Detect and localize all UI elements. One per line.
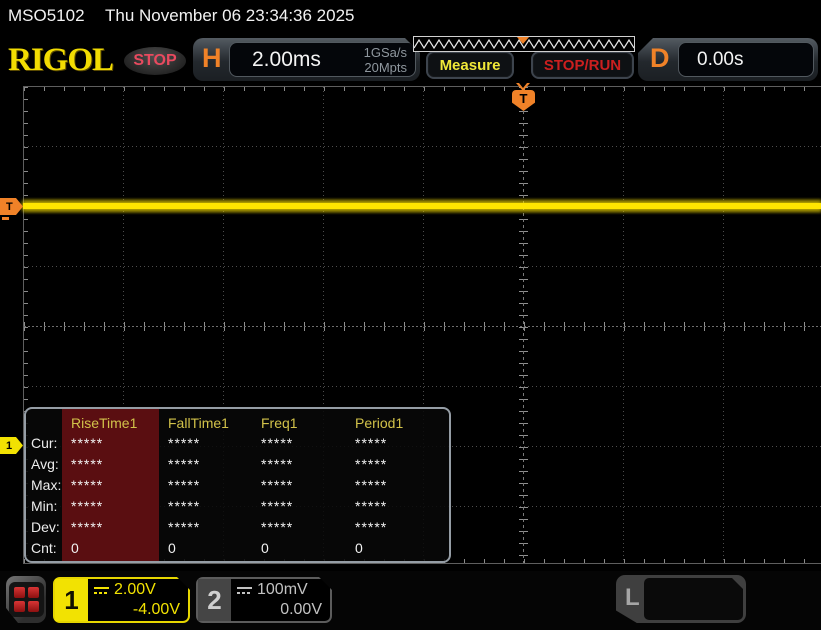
rigol-logo: RIGOL: [8, 42, 114, 78]
measure-value: *****: [168, 435, 201, 451]
measure-row-label: Cnt:: [31, 540, 57, 556]
measure-value: *****: [261, 456, 294, 472]
datetime-text: Thu November 06 23:34:36 2025: [105, 6, 355, 25]
trigger-level-marker-icon[interactable]: T: [0, 198, 23, 215]
gridline-horizontal: [24, 386, 821, 387]
measure-value: *****: [168, 477, 201, 493]
gridline-horizontal: [24, 266, 821, 267]
measure-value: *****: [168, 498, 201, 514]
measure-row-label: Dev:: [31, 519, 60, 535]
channel1-trace: [23, 203, 821, 209]
measure-button[interactable]: Measure: [426, 51, 514, 79]
trigger-position-chevron-inner: [519, 83, 527, 88]
memory-depth: 20Mpts: [364, 60, 407, 75]
measure-row-label: Cur:: [31, 435, 58, 451]
trigger-level-tick-icon: [2, 217, 9, 220]
measure-value: *****: [261, 519, 294, 535]
center-horizontal-axis: [24, 326, 821, 327]
measurement-results-table: RiseTime1 FallTime1 Freq1 Period1 Cur: *…: [24, 407, 451, 563]
sample-rate-info: 1GSa/s 20Mpts: [364, 45, 407, 75]
measure-value: 0: [168, 540, 177, 556]
measure-value: *****: [168, 519, 201, 535]
measure-value: *****: [71, 435, 104, 451]
timebase-inner-panel: 2.00ms 1GSa/s 20Mpts: [229, 42, 416, 77]
center-vertical-axis: [523, 87, 524, 563]
delay-value: 0.00s: [697, 49, 744, 70]
gridline-horizontal: [24, 146, 821, 147]
measure-value: 0: [261, 540, 270, 556]
digital-channels-row1: 0 1 2 3 4 5 6 7: [653, 620, 740, 630]
menu-button[interactable]: [6, 576, 46, 623]
sample-rate: 1GSa/s: [363, 45, 407, 60]
measure-column-header: RiseTime1: [71, 415, 138, 431]
overview-trigger-position-icon[interactable]: [517, 37, 529, 44]
measure-value: 0: [355, 540, 364, 556]
channel1-position-marker-icon[interactable]: 1: [0, 437, 23, 454]
delay-label: D: [650, 43, 670, 73]
measure-value: *****: [261, 435, 294, 451]
measure-row-label: Max:: [31, 477, 62, 493]
trigger-delay-box[interactable]: D 0.00s: [638, 38, 818, 81]
measure-value: *****: [71, 519, 104, 535]
measure-value: *****: [71, 477, 104, 493]
measure-value: *****: [355, 477, 388, 493]
oscilloscope-screen: MSO5102 Thu November 06 23:34:36 2025 RI…: [0, 0, 821, 630]
measure-value: *****: [355, 519, 388, 535]
measure-column-header: Freq1: [261, 415, 298, 431]
measure-column-header: FallTime1: [168, 415, 229, 431]
measure-value: 0: [71, 540, 80, 556]
channel2-scale: 100mV: [257, 581, 308, 598]
model-name: MSO5102: [8, 6, 85, 25]
measure-value: *****: [355, 456, 388, 472]
digital-channels-panel: 0 1 2 3 4 5 6 7 8 9 1011 12131415: [644, 578, 743, 620]
horizontal-timebase-box[interactable]: H 2.00ms 1GSa/s 20Mpts: [193, 38, 420, 81]
channel1-offset: -4.00V: [132, 601, 180, 618]
waveform-overview-strip[interactable]: [413, 36, 635, 52]
measurement-grid: RiseTime1 FallTime1 Freq1 Period1 Cur: *…: [26, 409, 449, 559]
channel2-status-block[interactable]: 2 100mV 0.00V: [196, 577, 332, 623]
measure-value: *****: [168, 456, 201, 472]
channel1-status-block[interactable]: 1 2.00V -4.00V: [53, 577, 190, 623]
stop-run-button[interactable]: STOP/RUN: [531, 51, 634, 79]
measure-column-header: Period1: [355, 415, 404, 431]
top-info-bar: MSO5102 Thu November 06 23:34:36 2025: [0, 0, 821, 32]
dc-coupling-icon: [94, 586, 109, 595]
measure-value: *****: [355, 498, 388, 514]
channel1-values: 2.00V -4.00V: [94, 580, 180, 620]
measure-value: *****: [355, 435, 388, 451]
channel2-values: 100mV 0.00V: [237, 580, 322, 620]
horizontal-label: H: [202, 43, 222, 73]
channel2-number: 2: [198, 579, 231, 621]
measure-value: *****: [261, 498, 294, 514]
channel2-offset: 0.00V: [280, 601, 322, 618]
measure-row-label: Avg:: [31, 456, 59, 472]
measure-value: *****: [71, 498, 104, 514]
acquisition-status-badge: STOP: [124, 47, 186, 75]
channel1-number: 1: [55, 579, 88, 621]
logic-analyzer-label: L: [625, 584, 640, 611]
bottom-status-bar: 1 2.00V -4.00V 2 100mV 0.00V L 0 1 2 3 4…: [0, 571, 821, 630]
channel1-scale: 2.00V: [114, 581, 156, 598]
measure-value: *****: [71, 456, 104, 472]
logic-analyzer-block[interactable]: L 0 1 2 3 4 5 6 7 8 9 1011 12131415: [616, 575, 746, 623]
trigger-position-marker-icon[interactable]: T: [512, 90, 535, 111]
timebase-value: 2.00ms: [252, 48, 321, 71]
measure-value: *****: [261, 477, 294, 493]
dc-coupling-icon: [237, 586, 252, 595]
menu-grid-icon: [8, 582, 44, 617]
measure-row-label: Min:: [31, 498, 58, 514]
delay-inner-panel: 0.00s: [678, 42, 814, 77]
graticule-bottom-border: [23, 563, 821, 564]
